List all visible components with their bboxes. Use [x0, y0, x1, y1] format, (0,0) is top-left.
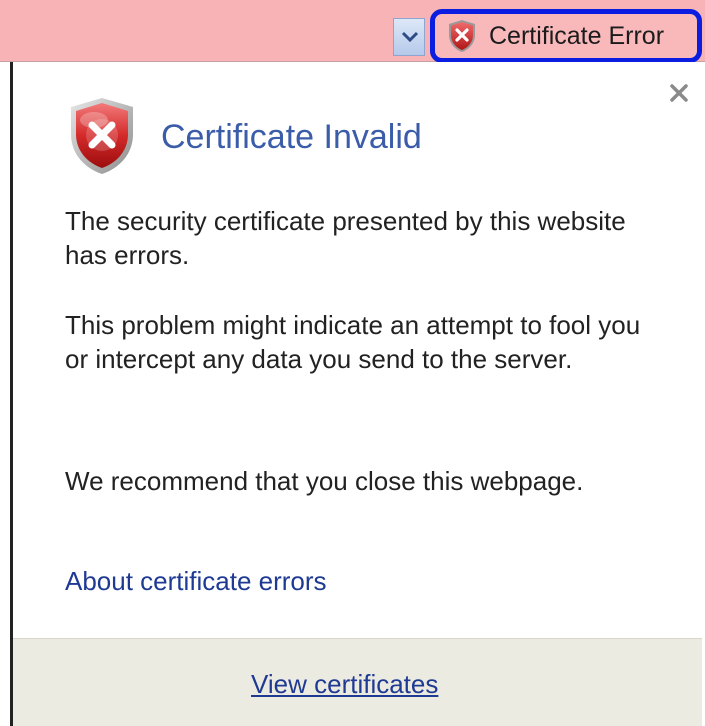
close-icon[interactable] [666, 80, 692, 106]
error-shield-icon [71, 98, 133, 174]
error-shield-icon [449, 20, 475, 52]
screen: Certificate Error Certificate Invalid Th… [0, 0, 705, 726]
security-certificate-message: The security certificate presented by th… [65, 206, 626, 270]
popup-title: Certificate Invalid [161, 118, 422, 156]
recommendation-message: We recommend that you close this webpage… [65, 466, 584, 496]
about-certificate-errors-link[interactable]: About certificate errors [65, 566, 327, 597]
certificate-error-label: Certificate Error [489, 21, 665, 50]
view-certificates-link[interactable]: View certificates [251, 669, 438, 700]
certificate-error-button[interactable]: Certificate Error [430, 9, 702, 63]
intercept-warning-message: This problem might indicate an attempt t… [65, 310, 641, 374]
popup-footer: View certificates [13, 638, 702, 726]
chevron-down-icon [401, 31, 419, 43]
certificate-popup: Certificate Invalid The security certifi… [10, 62, 702, 726]
address-bar: Certificate Error [0, 0, 705, 63]
address-dropdown-button[interactable] [393, 18, 425, 56]
